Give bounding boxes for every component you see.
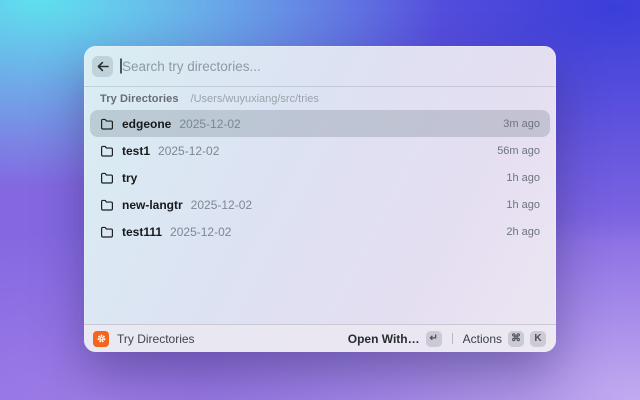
directory-modified-time: 3m ago [503, 117, 540, 130]
command-key-icon: ⌘ [508, 330, 524, 347]
list-item[interactable]: test111 2025-12-02 2h ago [90, 218, 550, 245]
app-chip: Try Directories [93, 330, 195, 347]
footer-bar: Try Directories Open With… ↵ Actions ⌘ K [84, 324, 556, 352]
directory-name: edgeone [122, 116, 172, 131]
directory-name: test1 [122, 143, 151, 158]
directory-modified-time: 2h ago [506, 225, 540, 238]
gear-icon [93, 330, 109, 347]
directory-date: 2025-12-02 [170, 224, 232, 239]
k-key-icon: K [530, 330, 546, 347]
text-cursor [120, 58, 122, 74]
directory-date: 2025-12-02 [158, 143, 220, 158]
list-item[interactable]: edgeone 2025-12-02 3m ago [90, 110, 550, 137]
launcher-window: Try Directories /Users/wuyuxiang/src/tri… [84, 46, 556, 352]
footer-actions: Open With… ↵ Actions ⌘ K [347, 329, 547, 349]
directory-name: try [122, 170, 138, 185]
list-item[interactable]: test1 2025-12-02 56m ago [90, 137, 550, 164]
back-arrow-icon [97, 61, 109, 72]
open-with-label: Open With… [347, 331, 420, 346]
directory-modified-time: 56m ago [497, 144, 540, 157]
search-input[interactable] [121, 58, 546, 74]
return-key-icon: ↵ [425, 330, 442, 347]
empty-area [84, 245, 556, 324]
actions-button[interactable]: Actions ⌘ K [462, 329, 547, 349]
search-bar [84, 46, 556, 86]
folder-icon [100, 226, 114, 238]
footer-app-name: Try Directories [117, 331, 195, 346]
footer-divider [451, 333, 453, 344]
directory-modified-time: 1h ago [506, 171, 540, 184]
list-item[interactable]: try 1h ago [90, 164, 550, 191]
directory-name: new-langtr [122, 197, 183, 212]
folder-icon [100, 172, 114, 184]
section-path: /Users/wuyuxiang/src/tries [190, 93, 319, 105]
list-item[interactable]: new-langtr 2025-12-02 1h ago [90, 191, 550, 218]
directory-name: test111 [122, 224, 163, 239]
actions-label: Actions [462, 331, 502, 346]
directory-date: 2025-12-02 [179, 116, 241, 131]
back-button[interactable] [92, 55, 113, 77]
open-with-button[interactable]: Open With… ↵ [347, 329, 443, 349]
section-header: Try Directories /Users/wuyuxiang/src/tri… [84, 87, 556, 108]
section-title: Try Directories [100, 93, 179, 105]
folder-icon [100, 199, 114, 211]
directory-date: 2025-12-02 [190, 197, 253, 212]
directory-list: edgeone 2025-12-02 3m ago test1 2025-12-… [84, 108, 556, 245]
folder-icon [100, 118, 114, 130]
directory-modified-time: 1h ago [506, 198, 540, 211]
folder-icon [100, 145, 114, 157]
